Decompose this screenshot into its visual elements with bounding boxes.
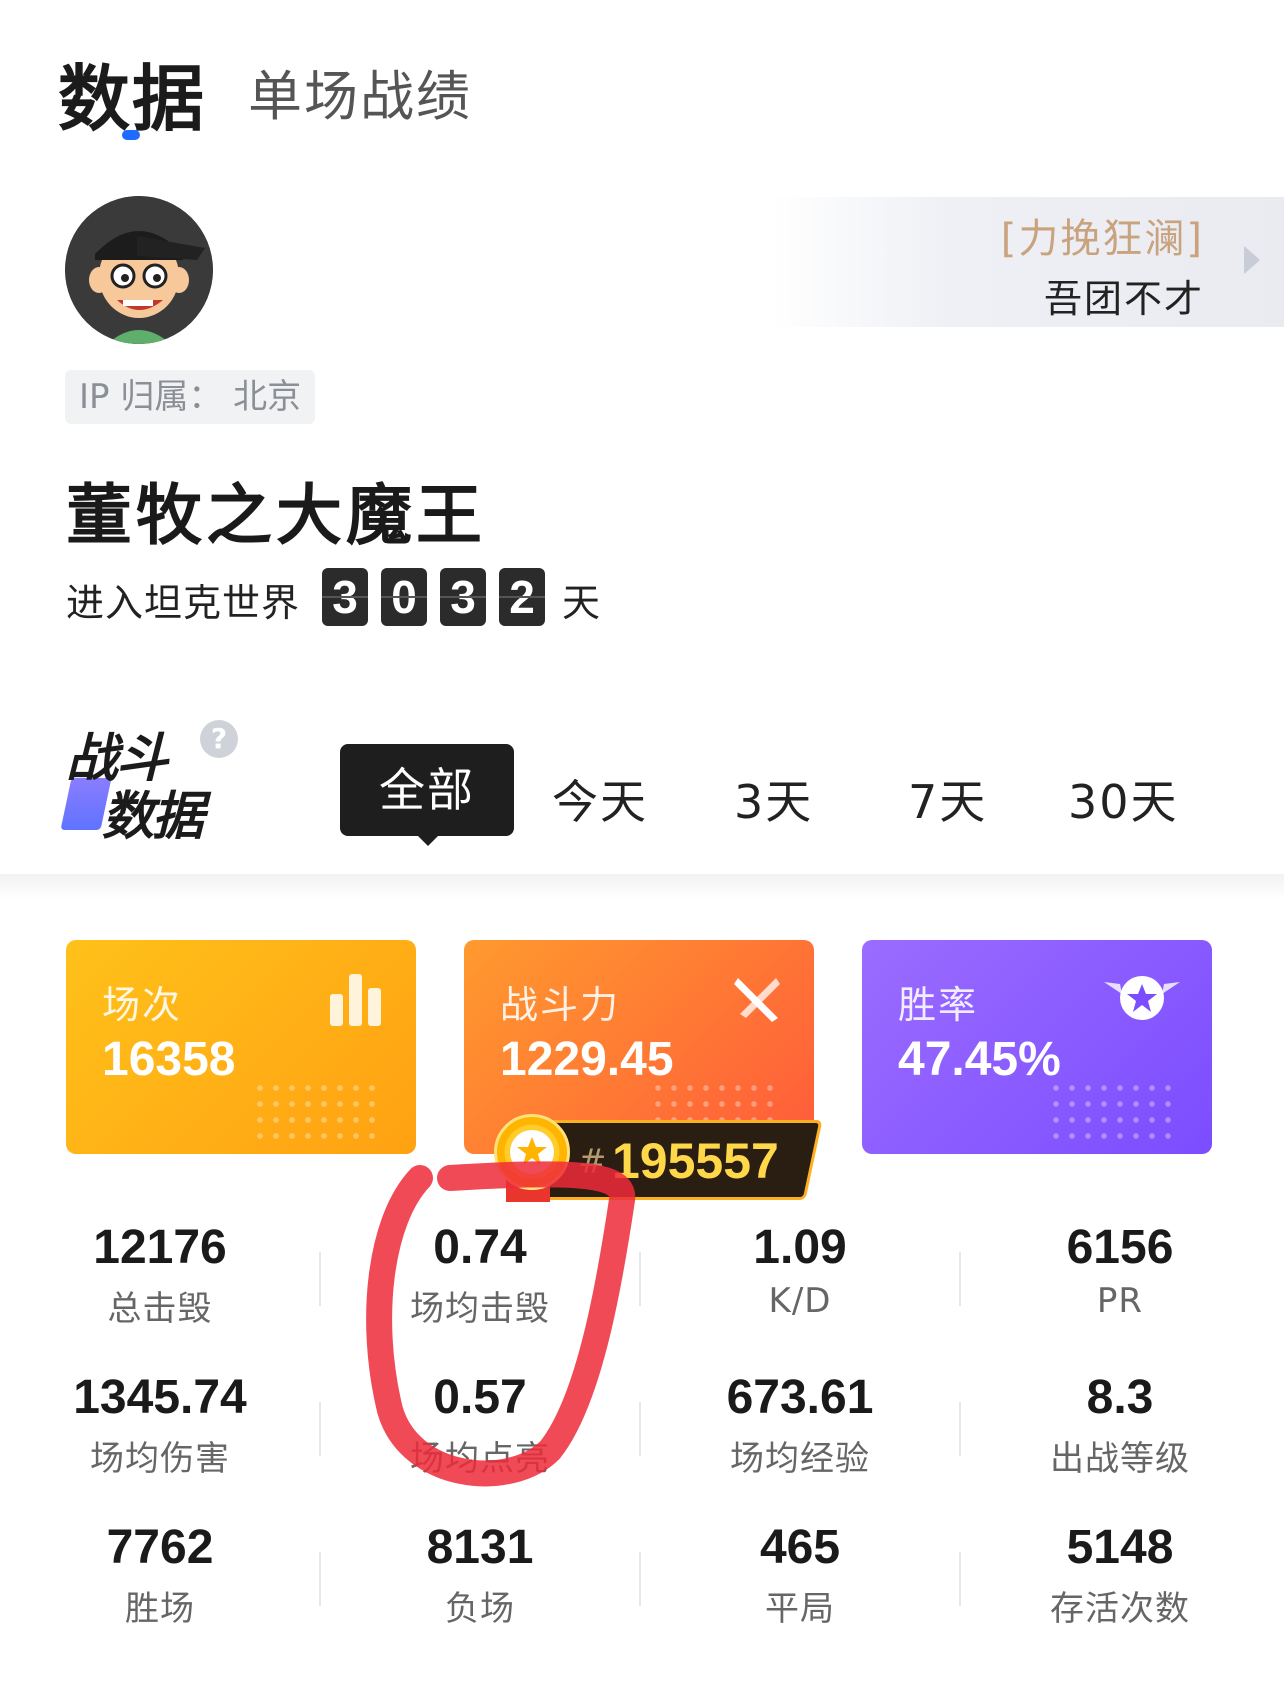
- card-matches[interactable]: 场次 16358: [66, 940, 416, 1154]
- stat-avg-damage: 1345.74 场均伤害: [0, 1370, 320, 1480]
- stat-value: 12176: [93, 1221, 227, 1274]
- card-label: 场次: [102, 983, 183, 1027]
- bar-chart-icon: [328, 974, 384, 1030]
- card-value: 47.45%: [898, 1033, 1061, 1086]
- stat-label: 存活次数: [1050, 1589, 1190, 1629]
- stat-pr: 6156 PR: [960, 1220, 1280, 1321]
- days-digit: 0: [381, 568, 427, 626]
- stat-draws: 465 平局: [640, 1520, 960, 1630]
- stat-label: 胜场: [125, 1589, 195, 1629]
- card-dots: [252, 1080, 384, 1144]
- column-divider: [959, 1552, 961, 1606]
- days-digit: 3: [440, 568, 486, 626]
- stat-label: 负场: [445, 1589, 515, 1629]
- stat-value: 1345.74: [73, 1371, 247, 1424]
- ip-location-badge: IP 归属： 北京: [65, 370, 316, 424]
- tab-single-match[interactable]: 单场战绩: [248, 52, 472, 131]
- period-caret-icon: [414, 832, 442, 846]
- player-name: 董牧之大魔王: [66, 477, 486, 554]
- stat-avg-xp: 673.61 场均经验: [640, 1370, 960, 1480]
- column-divider: [959, 1402, 961, 1456]
- card-win-rate[interactable]: 胜率 47.45%: [862, 940, 1212, 1154]
- stat-kd: 1.09 K/D: [640, 1220, 960, 1321]
- card-value: 1229.45: [500, 1033, 674, 1086]
- period-tab-all[interactable]: 全部: [340, 744, 514, 836]
- stat-label: 场均经验: [730, 1439, 870, 1479]
- stat-label: 场均伤害: [90, 1439, 230, 1479]
- stat-label: 平局: [765, 1589, 835, 1629]
- stat-survivals: 5148 存活次数: [960, 1520, 1280, 1630]
- stat-value: 465: [759, 1521, 841, 1574]
- heading-line2: 数据: [102, 787, 204, 847]
- section-divider: [0, 874, 1284, 900]
- avatar[interactable]: [65, 196, 213, 344]
- card-label: 胜率: [898, 983, 979, 1027]
- days-digit: 2: [499, 568, 545, 626]
- days-digit: 3: [322, 568, 368, 626]
- stat-label: K/D: [768, 1281, 832, 1321]
- stat-avg-tier: 8.3 出战等级: [960, 1370, 1280, 1480]
- star-badge-icon: [1104, 974, 1180, 1028]
- stat-losses: 8131 负场: [320, 1520, 640, 1630]
- days-label: 进入坦克世界: [66, 581, 301, 625]
- crossed-swords-icon: [732, 974, 782, 1028]
- cartoon-avatar-icon: [65, 196, 213, 344]
- stat-value: 1.09: [753, 1221, 847, 1274]
- stat-wins: 7762 胜场: [0, 1520, 320, 1630]
- column-divider: [959, 1252, 961, 1306]
- card-label: 战斗力: [500, 983, 621, 1027]
- period-tab-today[interactable]: 今天: [552, 766, 648, 832]
- column-divider: [319, 1552, 321, 1606]
- stat-value: 673.61: [726, 1371, 874, 1424]
- active-tab-indicator: [122, 130, 140, 140]
- red-annotation-loop: [360, 1160, 660, 1504]
- days-unit: 天: [562, 581, 601, 625]
- help-icon[interactable]: ?: [200, 720, 238, 758]
- column-divider: [319, 1252, 321, 1306]
- chevron-right-icon[interactable]: [1244, 246, 1260, 274]
- stat-value: 8.3: [1086, 1371, 1154, 1424]
- stat-label: 总击毁: [107, 1289, 213, 1329]
- card-value: 16358: [102, 1033, 236, 1086]
- column-divider: [639, 1552, 641, 1606]
- column-divider: [319, 1402, 321, 1456]
- stat-value: 8131: [426, 1521, 534, 1574]
- stat-value: 6156: [1066, 1221, 1174, 1274]
- period-tab-3days[interactable]: 3天: [734, 766, 813, 832]
- stat-value: 7762: [106, 1521, 214, 1574]
- stat-label: PR: [1096, 1281, 1144, 1321]
- stat-value: 5148: [1066, 1521, 1174, 1574]
- stat-total-kills: 12176 总击毁: [0, 1220, 320, 1330]
- title-name: 吾团不才: [1043, 277, 1204, 321]
- card-dots: [1048, 1080, 1180, 1144]
- period-tab-7days[interactable]: 7天: [908, 766, 987, 832]
- stat-label: 出战等级: [1050, 1439, 1190, 1479]
- period-tab-30days[interactable]: 30天: [1068, 766, 1179, 832]
- title-tag: [力挽狂澜]: [1000, 216, 1204, 262]
